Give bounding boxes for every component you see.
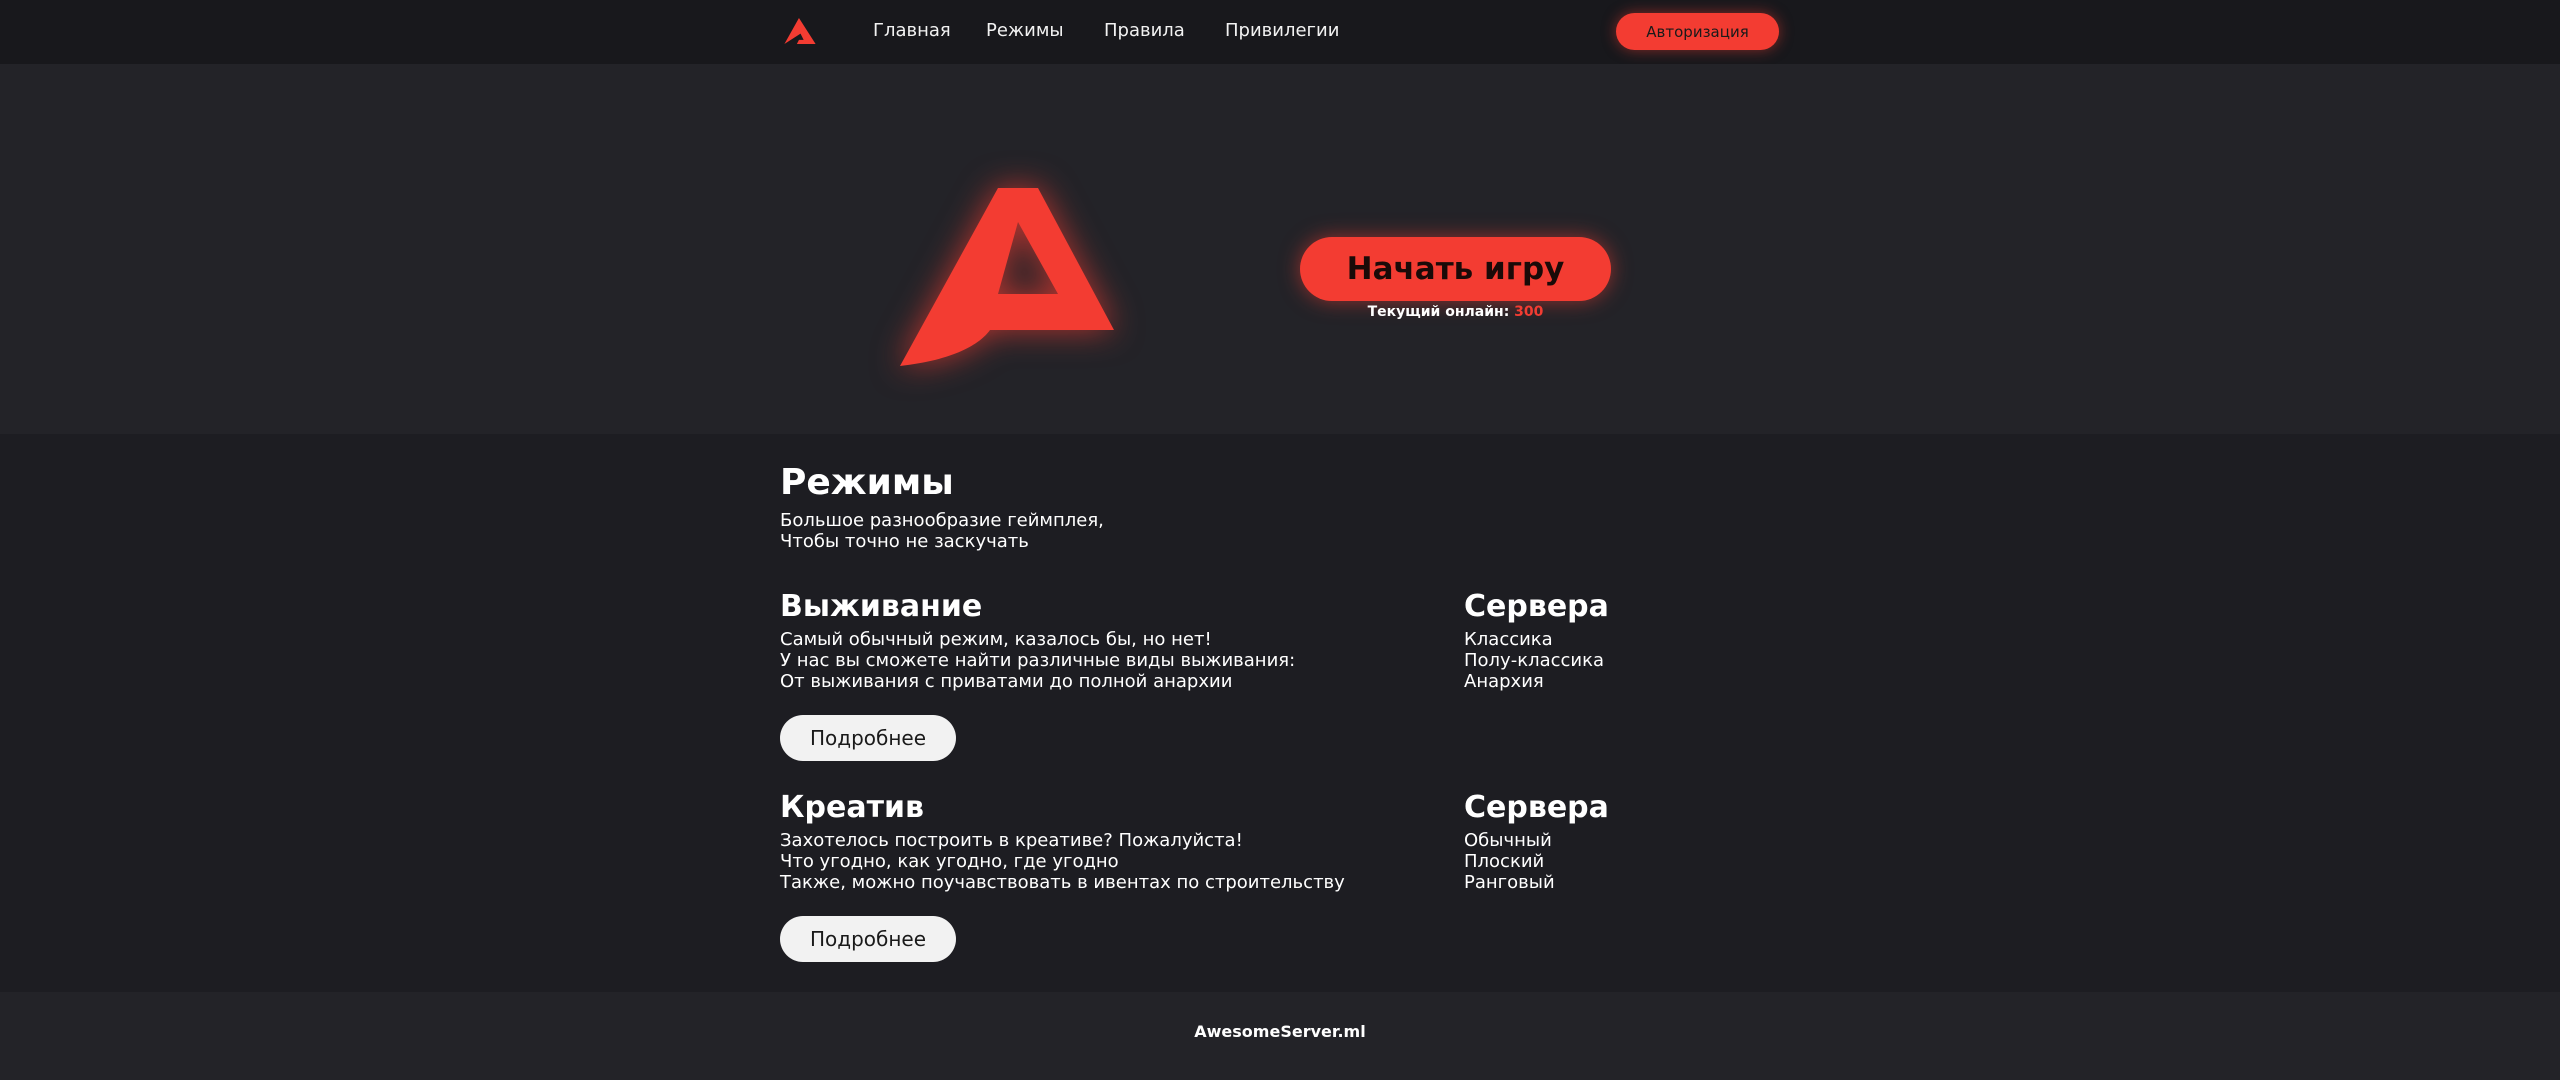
- nav-link-modes[interactable]: Режимы: [986, 20, 1064, 41]
- description-line: Также, можно поучавствовать в ивентах по…: [780, 872, 1345, 893]
- online-counter: Текущий онлайн: 300: [1300, 304, 1611, 320]
- navbar: Главная Режимы Правила Привилегии Автори…: [0, 0, 2560, 64]
- server-item: Ранговый: [1464, 872, 1555, 893]
- a-logo-icon: [900, 188, 1114, 366]
- mode-title-survival: Выживание: [780, 589, 983, 624]
- more-button-creative[interactable]: Подробнее: [780, 916, 956, 962]
- login-button[interactable]: Авторизация: [1616, 13, 1779, 50]
- more-button-survival[interactable]: Подробнее: [780, 715, 956, 761]
- subtitle-line: Чтобы точно не заскучать: [780, 531, 1029, 552]
- nav-link-home[interactable]: Главная: [873, 20, 951, 41]
- online-label: Текущий онлайн:: [1367, 304, 1510, 320]
- description-line: Что угодно, как угодно, где угодно: [780, 851, 1119, 872]
- description-line: У нас вы сможете найти различные виды вы…: [780, 650, 1296, 671]
- modes-title: Режимы: [780, 462, 954, 503]
- servers-list-creative: Обычный Плоский Ранговый: [1464, 830, 1555, 893]
- server-item: Полу-классика: [1464, 650, 1605, 671]
- servers-title-survival: Сервера: [1464, 589, 1609, 624]
- mode-description-survival: Самый обычный режим, казалось бы, но нет…: [780, 629, 1295, 692]
- a-logo-icon[interactable]: [784, 18, 816, 44]
- servers-title-creative: Сервера: [1464, 790, 1609, 825]
- mode-title-creative: Креатив: [780, 790, 924, 825]
- description-line: Самый обычный режим, казалось бы, но нет…: [780, 629, 1212, 650]
- servers-list-survival: Классика Полу-классика Анархия: [1464, 629, 1604, 692]
- nav-link-rules[interactable]: Правила: [1104, 20, 1185, 41]
- footer-site-name: AwesomeServer.ml: [1194, 1022, 1366, 1041]
- server-item: Плоский: [1464, 851, 1545, 872]
- play-button[interactable]: Начать игру: [1300, 237, 1611, 301]
- server-item: Анархия: [1464, 671, 1544, 692]
- server-item: Обычный: [1464, 830, 1552, 851]
- nav-link-privileges[interactable]: Привилегии: [1225, 20, 1339, 41]
- mode-description-creative: Захотелось построить в креативе? Пожалуй…: [780, 830, 1345, 893]
- modes-section: Режимы Большое разнообразие геймплея, Чт…: [0, 434, 2560, 992]
- hero-section: Начать игру Текущий онлайн: 300: [0, 64, 2560, 434]
- description-line: Захотелось построить в креативе? Пожалуй…: [780, 830, 1243, 851]
- description-line: От выживания с приватами до полной анарх…: [780, 671, 1233, 692]
- online-count: 300: [1514, 304, 1544, 320]
- modes-subtitle: Большое разнообразие геймплея, Чтобы точ…: [780, 510, 1104, 552]
- subtitle-line: Большое разнообразие геймплея,: [780, 510, 1104, 531]
- server-item: Классика: [1464, 629, 1553, 650]
- footer: AwesomeServer.ml: [0, 992, 2560, 1080]
